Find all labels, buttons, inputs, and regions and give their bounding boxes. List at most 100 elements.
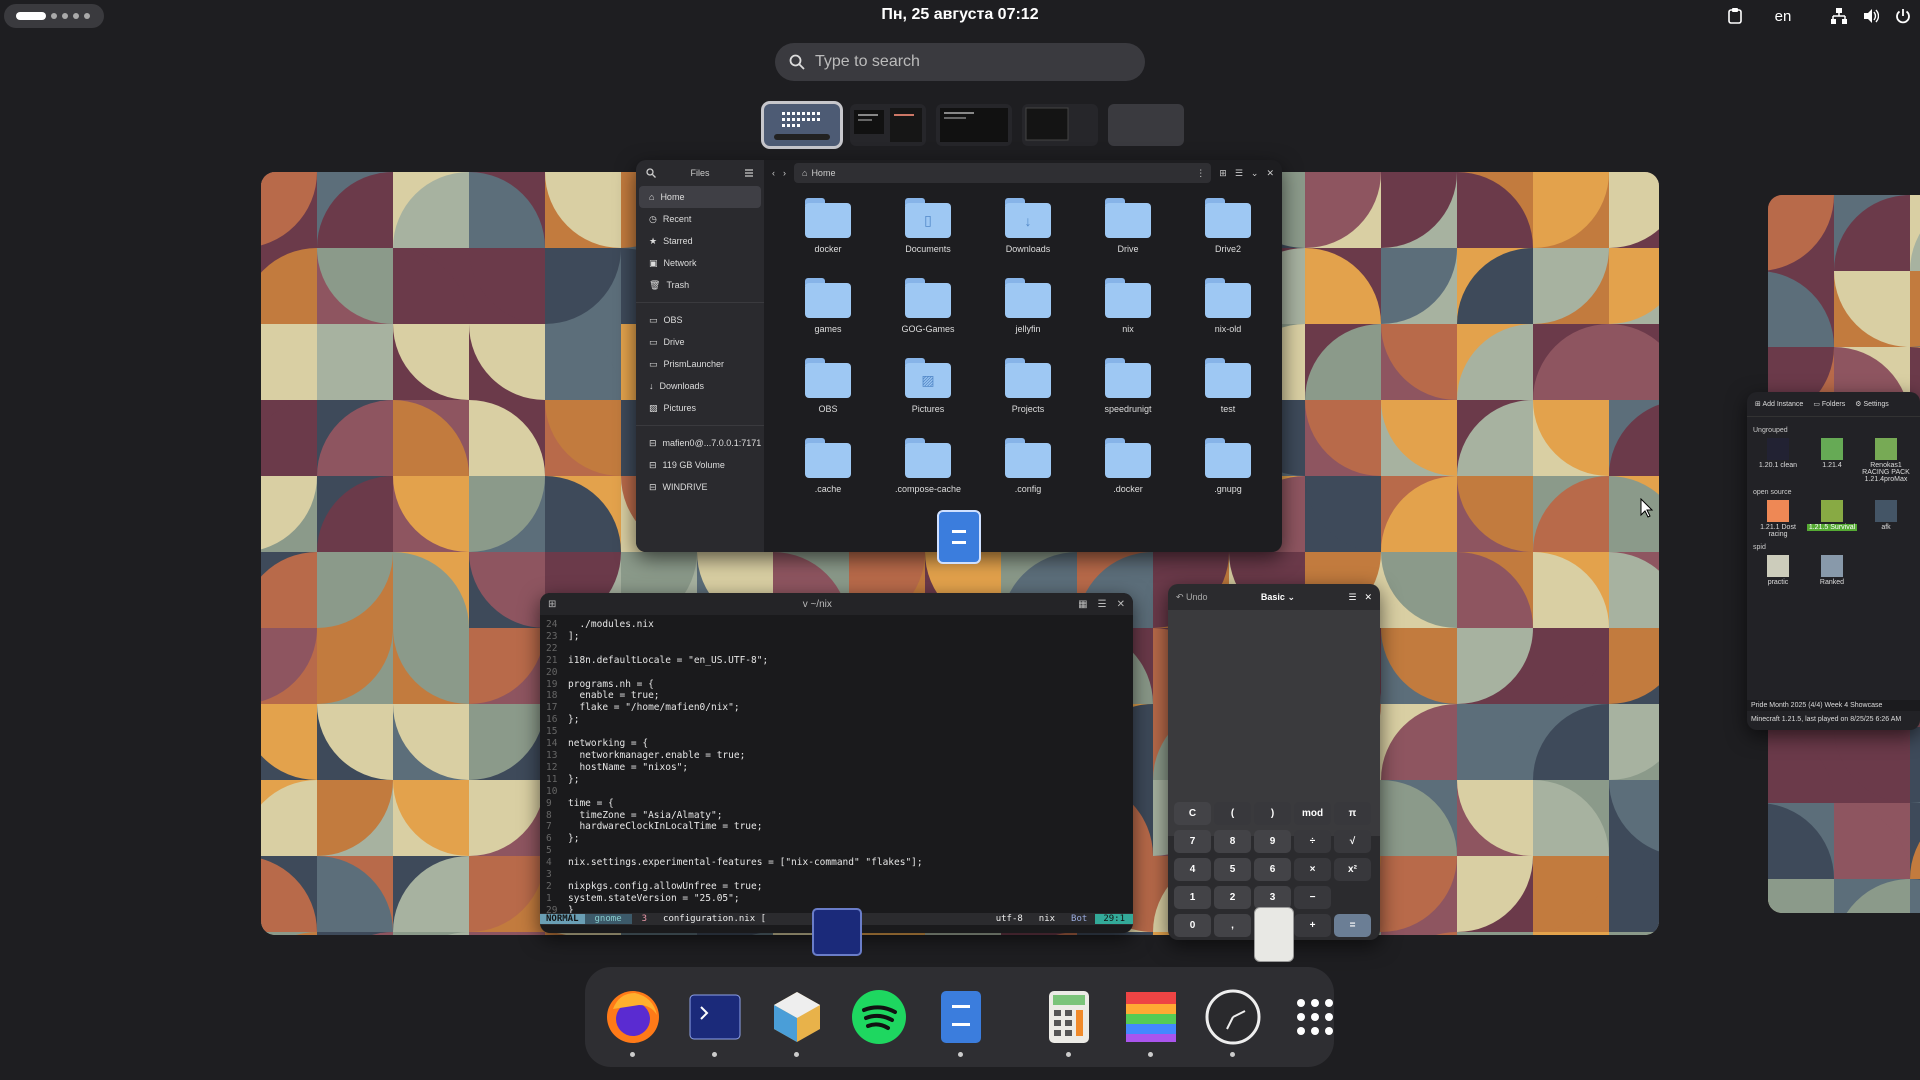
files-icon[interactable] xyxy=(933,989,989,1057)
close-icon[interactable]: ✕ xyxy=(1117,599,1125,610)
calc-key[interactable]: − xyxy=(1294,886,1331,909)
spotify-icon[interactable] xyxy=(851,989,907,1045)
folder-item[interactable]: Drive2 xyxy=(1178,198,1278,278)
search-icon[interactable] xyxy=(646,168,656,178)
folder-item[interactable]: ▯ Documents xyxy=(878,198,978,278)
folder-item[interactable]: .docker xyxy=(1078,438,1178,518)
folder-item[interactable]: .config xyxy=(978,438,1078,518)
sidebar-item-device[interactable]: ⊟ mafien0@...7.0.0.1:7171 xyxy=(639,432,761,454)
add-instance-button[interactable]: ⊞ Add Instance xyxy=(1755,400,1803,408)
mode-selector[interactable]: Basic ⌄ xyxy=(1261,592,1295,603)
sidebar-item-bookmark[interactable]: ▭ Drive xyxy=(639,331,761,353)
folder-item[interactable]: games xyxy=(778,278,878,358)
language-indicator[interactable]: en xyxy=(1774,8,1792,25)
instance-tile[interactable]: practic xyxy=(1753,555,1803,586)
calc-key[interactable]: mod xyxy=(1294,802,1331,825)
terminal-content[interactable]: 24 ./modules.nix 23]; 22 21 i18n.defaultLoca… xyxy=(540,615,1133,921)
prismlauncher-window[interactable]: ⊞ Add Instance ▭ Folders ⚙ Settings Ungr… xyxy=(1747,392,1920,730)
clipboard-icon[interactable] xyxy=(1726,8,1744,24)
folder-item[interactable]: Projects xyxy=(978,358,1078,438)
undo-button[interactable]: ↶ Undo xyxy=(1176,592,1208,603)
view-list-icon[interactable]: ☰ xyxy=(1235,168,1243,179)
instance-group-header[interactable]: open source xyxy=(1753,489,1914,496)
calc-key[interactable]: 7 xyxy=(1174,830,1211,853)
calc-key[interactable]: × xyxy=(1294,858,1331,881)
calc-key[interactable]: 2 xyxy=(1214,886,1251,909)
app-grid-icon[interactable] xyxy=(1287,989,1343,1045)
sidebar-item-device[interactable]: ⊟ WINDRIVE xyxy=(639,476,761,498)
calc-key[interactable]: 3 xyxy=(1254,886,1291,909)
sidebar-item-recent[interactable]: ◷ Recent xyxy=(639,208,761,230)
workspace-thumbnail-4[interactable] xyxy=(1022,104,1098,146)
calculator-icon[interactable] xyxy=(1041,989,1097,1057)
calc-key[interactable]: 8 xyxy=(1214,830,1251,853)
sidebar-item-bookmark[interactable]: ▭ PrismLauncher xyxy=(639,353,761,375)
folder-item[interactable]: .gnupg xyxy=(1178,438,1278,518)
back-icon[interactable]: ‹ xyxy=(772,168,775,178)
folder-item[interactable]: speedrunigt xyxy=(1078,358,1178,438)
instance-group-header[interactable]: spid xyxy=(1753,544,1914,551)
sidebar-item-bookmark[interactable]: ↓ Downloads xyxy=(639,375,761,397)
calc-key[interactable]: C xyxy=(1174,802,1211,825)
instance-tile[interactable]: 1.21.5 Survival xyxy=(1807,500,1857,538)
path-bar[interactable]: ⌂ Home ⋮ xyxy=(794,163,1212,183)
calc-key[interactable]: ÷ xyxy=(1294,830,1331,853)
calc-key[interactable]: ) xyxy=(1254,802,1291,825)
search-bar[interactable]: Type to search xyxy=(775,43,1145,81)
calc-key[interactable]: = xyxy=(1334,914,1371,937)
folders-button[interactable]: ▭ Folders xyxy=(1813,400,1845,408)
calc-key[interactable]: ( xyxy=(1214,802,1251,825)
sidebar-item-trash[interactable]: 🗑 Trash xyxy=(639,274,761,296)
calc-key[interactable]: 1 xyxy=(1174,886,1211,909)
calculator-window[interactable]: ↶ Undo Basic ⌄ ☰ ✕ C() mod π 7 8 9 ÷ √ 4 5 6 × x² 1 2 3−… xyxy=(1168,584,1380,940)
files-window[interactable]: Files ⌂ Home ◷ Recent ★ Starred ▣ Network 🗑 T… xyxy=(636,160,1282,552)
terminal-icon[interactable] xyxy=(687,989,743,1057)
power-icon[interactable] xyxy=(1894,8,1912,24)
blender-icon[interactable] xyxy=(769,989,825,1057)
calc-key[interactable]: x² xyxy=(1334,858,1371,881)
menu-icon[interactable]: ☰ xyxy=(1098,599,1107,610)
folder-item[interactable]: test xyxy=(1178,358,1278,438)
calc-key[interactable]: + xyxy=(1294,914,1331,937)
folder-item[interactable]: GOG-Games xyxy=(878,278,978,358)
sidebar-item-bookmark[interactable]: ▨ Pictures xyxy=(639,397,761,419)
forward-icon[interactable]: › xyxy=(783,168,786,178)
workspace-thumbnail-1[interactable] xyxy=(764,104,840,146)
calc-key[interactable]: , xyxy=(1214,914,1251,937)
clock-icon[interactable] xyxy=(1205,989,1261,1057)
folder-item[interactable]: nix xyxy=(1078,278,1178,358)
menu-icon[interactable] xyxy=(744,168,754,178)
folder-item[interactable]: jellyfin xyxy=(978,278,1078,358)
instance-tile[interactable]: Renokas1 RACING PACK 1.21.4proMax xyxy=(1861,438,1911,483)
workspace-thumbnail-3[interactable] xyxy=(936,104,1012,146)
folder-item[interactable]: ▨ Pictures xyxy=(878,358,978,438)
instance-tile[interactable]: 1.20.1 clean xyxy=(1753,438,1803,483)
instance-tile[interactable]: 1.21.4 xyxy=(1807,438,1857,483)
instance-group-header[interactable]: Ungrouped xyxy=(1753,427,1914,434)
folder-item[interactable]: docker xyxy=(778,198,878,278)
close-icon[interactable]: ✕ xyxy=(1364,592,1372,603)
folder-item[interactable]: nix-old xyxy=(1178,278,1278,358)
close-icon[interactable]: ✕ xyxy=(1266,168,1274,179)
folder-item[interactable]: OBS xyxy=(778,358,878,438)
folder-item[interactable]: .cache xyxy=(778,438,878,518)
calc-key[interactable]: √ xyxy=(1334,830,1371,853)
more-icon[interactable]: ⋮ xyxy=(1196,168,1205,179)
sidebar-item-device[interactable]: ⊟ 119 GB Volume xyxy=(639,454,761,476)
new-folder-icon[interactable]: ⊞ xyxy=(1219,168,1227,179)
instance-tile[interactable]: Ranked xyxy=(1807,555,1857,586)
folder-item[interactable]: ↓ Downloads xyxy=(978,198,1078,278)
tab-overview-icon[interactable]: ▦ xyxy=(1078,599,1087,610)
sidebar-item-bookmark[interactable]: ▭ OBS xyxy=(639,309,761,331)
firefox-icon[interactable] xyxy=(605,989,661,1057)
calc-key[interactable]: 5 xyxy=(1214,858,1251,881)
instance-tile[interactable]: 1.21.1 Dost racing xyxy=(1753,500,1803,538)
prism-launcher-icon[interactable] xyxy=(1123,989,1179,1057)
menu-icon[interactable]: ☰ xyxy=(1348,592,1356,603)
sidebar-item-network[interactable]: ▣ Network xyxy=(639,252,761,274)
workspace-thumbnail-2[interactable] xyxy=(850,104,926,146)
news-bar[interactable]: Pride Month 2025 (4/4) Week 4 Showcase xyxy=(1747,700,1920,711)
chevron-down-icon[interactable]: ⌄ xyxy=(1251,168,1259,179)
workspace-thumbnail-5[interactable] xyxy=(1108,104,1184,146)
calc-key[interactable]: 9 xyxy=(1254,830,1291,853)
